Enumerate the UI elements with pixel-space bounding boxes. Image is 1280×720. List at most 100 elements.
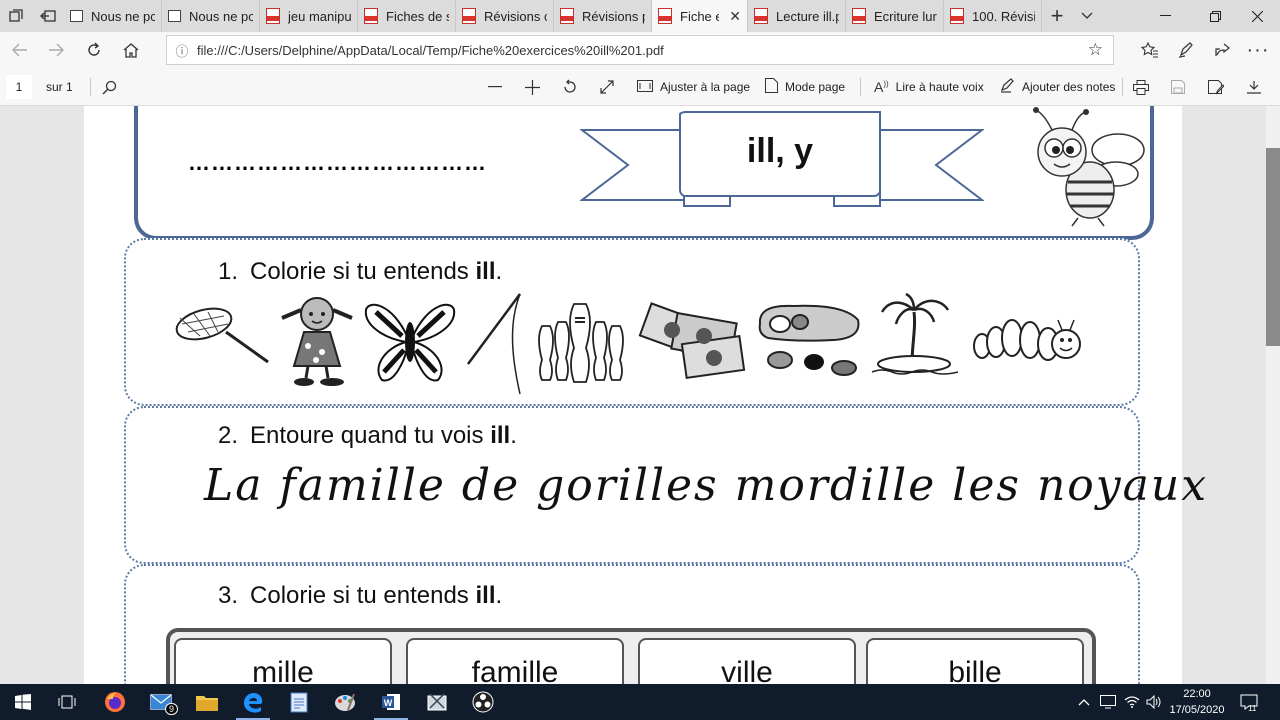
scrollbar-thumb[interactable] xyxy=(1266,148,1280,346)
notepad-icon[interactable] xyxy=(276,684,322,720)
pdf-icon xyxy=(950,8,964,24)
pdf-icon xyxy=(852,8,866,24)
tab-label: Révisions c xyxy=(484,8,547,24)
pdf-icon xyxy=(462,8,476,24)
word-boxes-frame: mille famille ville bille xyxy=(166,628,1096,684)
butterfly-picture xyxy=(364,303,456,382)
tab-label: jeu manipu xyxy=(288,8,351,24)
address-field[interactable]: ⓘ file:///C:/Users/Delphine/AppData/Loca… xyxy=(166,35,1114,65)
browser-tab[interactable]: Ecriture lur xyxy=(846,0,944,32)
page-total-label: sur 1 xyxy=(46,80,73,94)
clock-time: 22:00 xyxy=(1183,688,1211,700)
site-info-icon[interactable]: ⓘ xyxy=(167,41,197,60)
exercise-1: 1. Colorie si tu entends ill. xyxy=(124,238,1140,406)
volume-icon[interactable] xyxy=(1146,684,1162,720)
bowling-pins-picture xyxy=(538,303,624,383)
browser-tab[interactable]: Nous ne pc xyxy=(162,0,260,32)
snipping-tool-icon[interactable] xyxy=(414,684,460,720)
pdf-icon xyxy=(754,8,768,24)
system-clock[interactable]: 22:00 17/05/2020 xyxy=(1162,686,1232,718)
browser-tab[interactable]: Fiche e ✕ xyxy=(652,0,748,32)
browser-tab[interactable]: 100. Révisic xyxy=(944,0,1042,32)
browser-tab[interactable]: Lecture ill.p xyxy=(748,0,846,32)
zoom-out-icon[interactable] xyxy=(488,68,502,106)
refresh-button[interactable] xyxy=(80,36,108,64)
url-text: file:///C:/Users/Delphine/AppData/Local/… xyxy=(197,42,664,58)
browser-tab[interactable]: Révisions c xyxy=(456,0,554,32)
wifi-icon[interactable] xyxy=(1124,684,1140,720)
file-explorer-icon[interactable] xyxy=(184,684,230,720)
back-button[interactable] xyxy=(6,36,34,64)
tab-label: Nous ne pc xyxy=(189,8,253,24)
favorites-icon[interactable] xyxy=(1136,36,1164,64)
rotate-icon[interactable] xyxy=(562,68,578,106)
fit-page-button[interactable]: Ajuster à la page xyxy=(637,68,750,106)
windows-taskbar: 9 W 22:00 17/05/2020 11 xyxy=(0,684,1280,720)
browser-tab[interactable]: Révisions p xyxy=(554,0,652,32)
hidden-icons-chevron-icon[interactable] xyxy=(1078,684,1090,720)
mail-icon[interactable]: 9 xyxy=(138,684,184,720)
obs-icon[interactable] xyxy=(460,684,506,720)
browser-tab[interactable]: Fiches de s xyxy=(358,0,456,32)
paint-icon[interactable] xyxy=(322,684,368,720)
exercise-3: 3. Colorie si tu entends ill. mille famil… xyxy=(124,564,1140,684)
word-icon[interactable]: W xyxy=(368,684,414,720)
butterfly-net-picture xyxy=(175,307,269,364)
windows-start-icon[interactable] xyxy=(0,684,46,720)
search-icon[interactable] xyxy=(102,68,117,106)
tab-list-chevron-icon[interactable] xyxy=(1072,0,1102,32)
share-icon[interactable] xyxy=(1208,36,1236,64)
tab-actions-icon[interactable] xyxy=(0,0,32,32)
fit-page-icon xyxy=(637,79,653,95)
save-as-icon[interactable] xyxy=(1208,68,1224,106)
pin-toolbar-icon[interactable] xyxy=(1246,68,1262,106)
print-icon[interactable] xyxy=(1133,68,1149,106)
pdf-toolbar: 1 sur 1 Ajuster à la page Mode page A)) … xyxy=(0,68,1280,106)
remote-device-icon[interactable] xyxy=(1100,684,1116,720)
task-view-icon[interactable] xyxy=(44,684,90,720)
favorite-star-icon[interactable]: ☆ xyxy=(1088,40,1103,60)
notification-count: 11 xyxy=(1248,704,1257,713)
pdf-page: ………………………………… ill, y 1. Colorie si tu en… xyxy=(84,106,1206,684)
pen-icon[interactable] xyxy=(1172,36,1200,64)
home-button[interactable] xyxy=(117,36,145,64)
tab-label: Nous ne pc xyxy=(91,8,155,24)
more-options-icon[interactable]: ··· xyxy=(1244,36,1272,64)
add-notes-button[interactable]: Ajouter des notes xyxy=(1000,68,1115,106)
pdf-viewport[interactable]: ………………………………… ill, y 1. Colorie si tu en… xyxy=(0,106,1266,684)
read-aloud-button[interactable]: A)) Lire à haute voix xyxy=(874,68,984,106)
coin-purse-picture xyxy=(758,304,860,376)
page-mode-icon xyxy=(765,78,778,96)
close-window-button[interactable] xyxy=(1234,0,1280,32)
close-tab-icon[interactable]: ✕ xyxy=(729,8,741,25)
minimize-button[interactable] xyxy=(1142,0,1188,32)
fullscreen-icon[interactable] xyxy=(600,68,614,106)
maximize-button[interactable] xyxy=(1192,0,1238,32)
word-box: famille xyxy=(406,638,624,684)
firefox-icon[interactable] xyxy=(92,684,138,720)
banner-title: ill, y xyxy=(746,132,814,170)
edge-browser-icon[interactable] xyxy=(230,684,276,720)
forward-button[interactable] xyxy=(42,36,70,64)
tab-label: Ecriture lur xyxy=(874,8,937,24)
browser-tab[interactable]: jeu manipu xyxy=(260,0,358,32)
notifications-icon[interactable]: 11 xyxy=(1240,684,1258,720)
set-aside-tabs-icon[interactable] xyxy=(32,0,64,32)
exercise-1-title: 1. Colorie si tu entends ill. xyxy=(218,258,503,285)
banknotes-picture xyxy=(638,302,746,380)
page-number-input[interactable]: 1 xyxy=(6,75,32,99)
svg-text:W: W xyxy=(384,698,393,708)
save-icon[interactable] xyxy=(1171,68,1185,106)
new-tab-button[interactable]: + xyxy=(1042,0,1072,32)
girl-picture xyxy=(281,297,353,386)
page-mode-button[interactable]: Mode page xyxy=(765,68,845,106)
island-picture xyxy=(871,292,959,375)
exercise-3-title: 3. Colorie si tu entends ill. xyxy=(218,582,503,609)
tab-label: Fiche e xyxy=(680,8,720,24)
zoom-in-icon[interactable] xyxy=(525,68,540,106)
pdf-icon xyxy=(658,8,672,24)
read-aloud-icon: A)) xyxy=(874,79,889,95)
bee-illustration xyxy=(1033,107,1145,227)
browser-tab[interactable]: Nous ne pc xyxy=(64,0,162,32)
mail-badge: 9 xyxy=(164,703,178,715)
